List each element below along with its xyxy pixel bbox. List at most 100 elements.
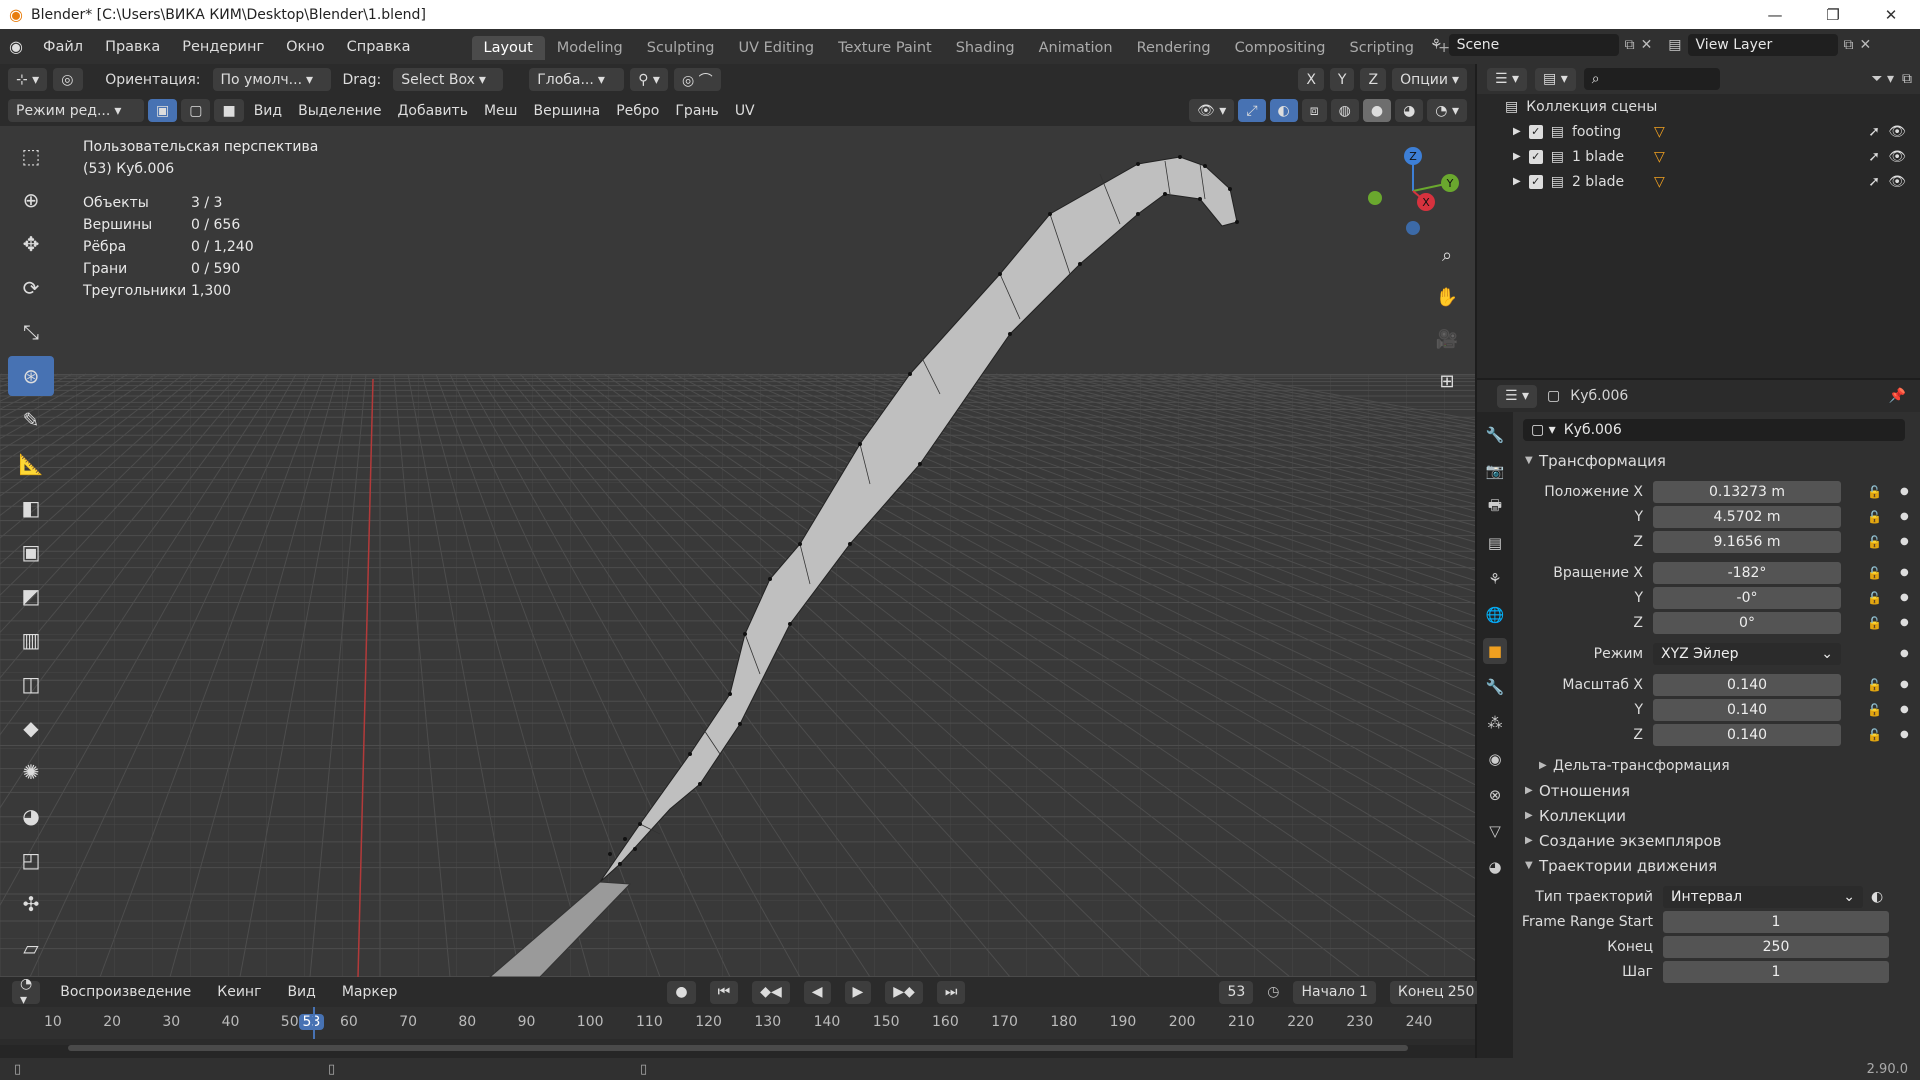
rotation-z-field[interactable]: 0° [1653,611,1841,634]
motion-paths-header[interactable]: ▼ Траектории движения [1513,853,1920,878]
measure-tool-icon[interactable]: 📐 [8,444,54,484]
clock-icon[interactable]: ◷ [1267,984,1279,1000]
selectable-icon[interactable]: ➚ [1868,149,1880,165]
eye-visibility-icon[interactable]: 👁 [1888,174,1906,190]
snap-icon[interactable]: ⚲ ▾ [630,68,668,91]
knife-tool-icon[interactable]: ◫ [8,664,54,704]
lock-icon[interactable]: 🔓 [1867,535,1882,549]
lock-icon[interactable]: 🔓 [1867,510,1882,524]
orientation-dropdown[interactable]: По умолч... ▾ [212,68,331,91]
menu-keying[interactable]: Кеинг [211,984,267,1000]
inset-tool-icon[interactable]: ▣ [8,532,54,572]
tab-scripting[interactable]: Scripting [1338,36,1426,60]
tool-tab-icon[interactable]: 🔧 [1483,422,1507,448]
outliner-search-input[interactable]: ⌕ [1583,68,1720,90]
select-mode-face[interactable]: ■ [214,99,244,122]
tab-compositing[interactable]: Compositing [1223,36,1338,60]
menu-face[interactable]: Грань [669,103,724,119]
gizmo-neg-y[interactable] [1368,191,1382,205]
lock-icon[interactable]: 🔓 [1867,728,1882,742]
menu-add[interactable]: Добавить [391,103,473,119]
scale-x-field[interactable]: 0.140 [1653,673,1841,696]
view-layer-selector[interactable]: View Layer [1687,34,1838,56]
refresh-icon[interactable]: ◐ [1871,889,1883,905]
scene-selector[interactable]: Scene [1448,34,1619,56]
keyframe-dot-icon[interactable]: ● [1900,511,1909,522]
lock-icon[interactable]: 🔓 [1867,485,1882,499]
camera-view-icon[interactable]: 🎥 [1432,324,1462,354]
loop-cut-tool-icon[interactable]: ▥ [8,620,54,660]
timeline-ruler[interactable]: 10 20 30 40 50 53 60 70 80 90 100 110 120 130 140 150 16… [0,1007,1475,1039]
mirror-y-toggle[interactable]: Y [1329,68,1355,91]
shading-solid-icon[interactable]: ● [1362,99,1392,122]
edge-slide-tool-icon[interactable]: ◰ [8,840,54,880]
keyframe-dot-icon[interactable]: ● [1900,617,1909,628]
frame-range-end-field[interactable]: 250 [1663,935,1889,958]
pin-icon[interactable]: 📌 [1889,388,1906,404]
minimize-button[interactable]: — [1746,0,1804,29]
keyframe-dot-icon[interactable]: ● [1900,567,1909,578]
tab-texture-paint[interactable]: Texture Paint [826,36,944,60]
end-frame-field[interactable]: Конец 250 [1389,980,1483,1004]
shrink-fatten-tool-icon[interactable]: ✣ [8,884,54,924]
outliner-item[interactable]: ▶ ✓ ▤ footing ▽ ➚ 👁 [1477,119,1920,144]
3d-viewport[interactable]: ⊹ ▾ ◎ Ориентация: По умолч... ▾ Drag: Se… [0,64,1475,977]
view-layer-tab-icon[interactable]: ▤ [1483,530,1507,556]
prev-keyframe-button[interactable]: ◆◀ [752,980,790,1004]
timeline-scroll-thumb[interactable] [68,1045,1408,1051]
rotation-x-field[interactable]: -182° [1653,561,1841,584]
shading-render-icon[interactable]: ◔ ▾ [1427,99,1467,122]
keyframe-dot-icon[interactable]: ● [1900,486,1909,497]
lock-icon[interactable]: 🔓 [1867,591,1882,605]
current-frame-marker[interactable]: 53 [298,1014,325,1030]
instancing-header[interactable]: ▶ Создание экземпляров [1513,828,1920,853]
delete-view-layer-icon[interactable]: ✕ [1860,37,1872,53]
ortho-grid-icon[interactable]: ⊞ [1432,366,1462,396]
scale-y-field[interactable]: 0.140 [1653,698,1841,721]
filter-icon[interactable]: ⏷ ▾ [1871,71,1894,87]
material-tab-icon[interactable]: ◕ [1483,854,1507,880]
menu-mesh[interactable]: Меш [478,103,524,119]
annotate-tool-icon[interactable]: ✎ [8,400,54,440]
outliner-item[interactable]: ▶ ✓ ▤ 2 blade ▽ ➚ 👁 [1477,169,1920,194]
rotation-mode-dropdown[interactable]: XYZ Эйлер ⌄ [1653,642,1841,665]
location-z-field[interactable]: 9.1656 m [1653,530,1841,553]
object-tab-icon[interactable]: ■ [1483,638,1507,664]
exclude-checkbox[interactable]: ✓ [1528,174,1543,189]
start-frame-field[interactable]: Начало 1 [1293,980,1376,1004]
tab-uv-editing[interactable]: UV Editing [726,36,826,60]
select-mode-vertex[interactable]: ▣ [148,99,178,122]
scale-z-field[interactable]: 0.140 [1653,723,1841,746]
current-frame-field[interactable]: 53 [1219,980,1254,1004]
menu-help[interactable]: Справка [336,39,422,55]
mode-dropdown[interactable]: Режим ред... ▾ [8,99,144,122]
path-type-dropdown[interactable]: Интервал ⌄ [1663,885,1863,908]
menu-playback[interactable]: Воспроизведение [54,984,197,1000]
jump-start-button[interactable]: ⏮ [709,980,739,1004]
move-tool-icon[interactable]: ✥ [8,224,54,264]
display-mode-icon[interactable]: ▤ ▾ [1535,67,1576,91]
constraints-tab-icon[interactable]: ⊗ [1483,782,1507,808]
next-keyframe-button[interactable]: ▶◆ [885,980,923,1004]
data-tab-icon[interactable]: ▽ [1483,818,1507,844]
shading-wireframe-icon[interactable]: ◍ [1330,99,1359,122]
new-collection-icon[interactable]: ⧉ [1902,71,1912,87]
keyframe-dot-icon[interactable]: ● [1900,679,1909,690]
play-button[interactable]: ▶ [844,980,872,1004]
selectable-icon[interactable]: ➚ [1868,124,1880,140]
overlay-toggle-icon[interactable]: ◐ [1269,99,1298,122]
transform-gizmo-icon[interactable]: ◎ [53,68,84,91]
gizmo-toggle-icon[interactable]: ⤢ [1238,99,1266,122]
keyframe-dot-icon[interactable]: ● [1900,648,1909,659]
physics-tab-icon[interactable]: ◉ [1483,746,1507,772]
zoom-icon[interactable]: ⌕ [1432,240,1462,270]
close-button[interactable]: ✕ [1862,0,1920,29]
transform-panel-header[interactable]: ▼ Трансформация [1513,448,1920,473]
spin-tool-icon[interactable]: ✺ [8,752,54,792]
transform-pivot-icon[interactable]: ⊹ ▾ [8,68,48,91]
pan-hand-icon[interactable]: ✋ [1432,282,1462,312]
rotate-tool-icon[interactable]: ⟳ [8,268,54,308]
scene-tab-icon[interactable]: ⚘ [1483,566,1507,592]
rotation-y-field[interactable]: -0° [1653,586,1841,609]
outliner-root[interactable]: ▤ Коллекция сцены [1477,94,1920,119]
